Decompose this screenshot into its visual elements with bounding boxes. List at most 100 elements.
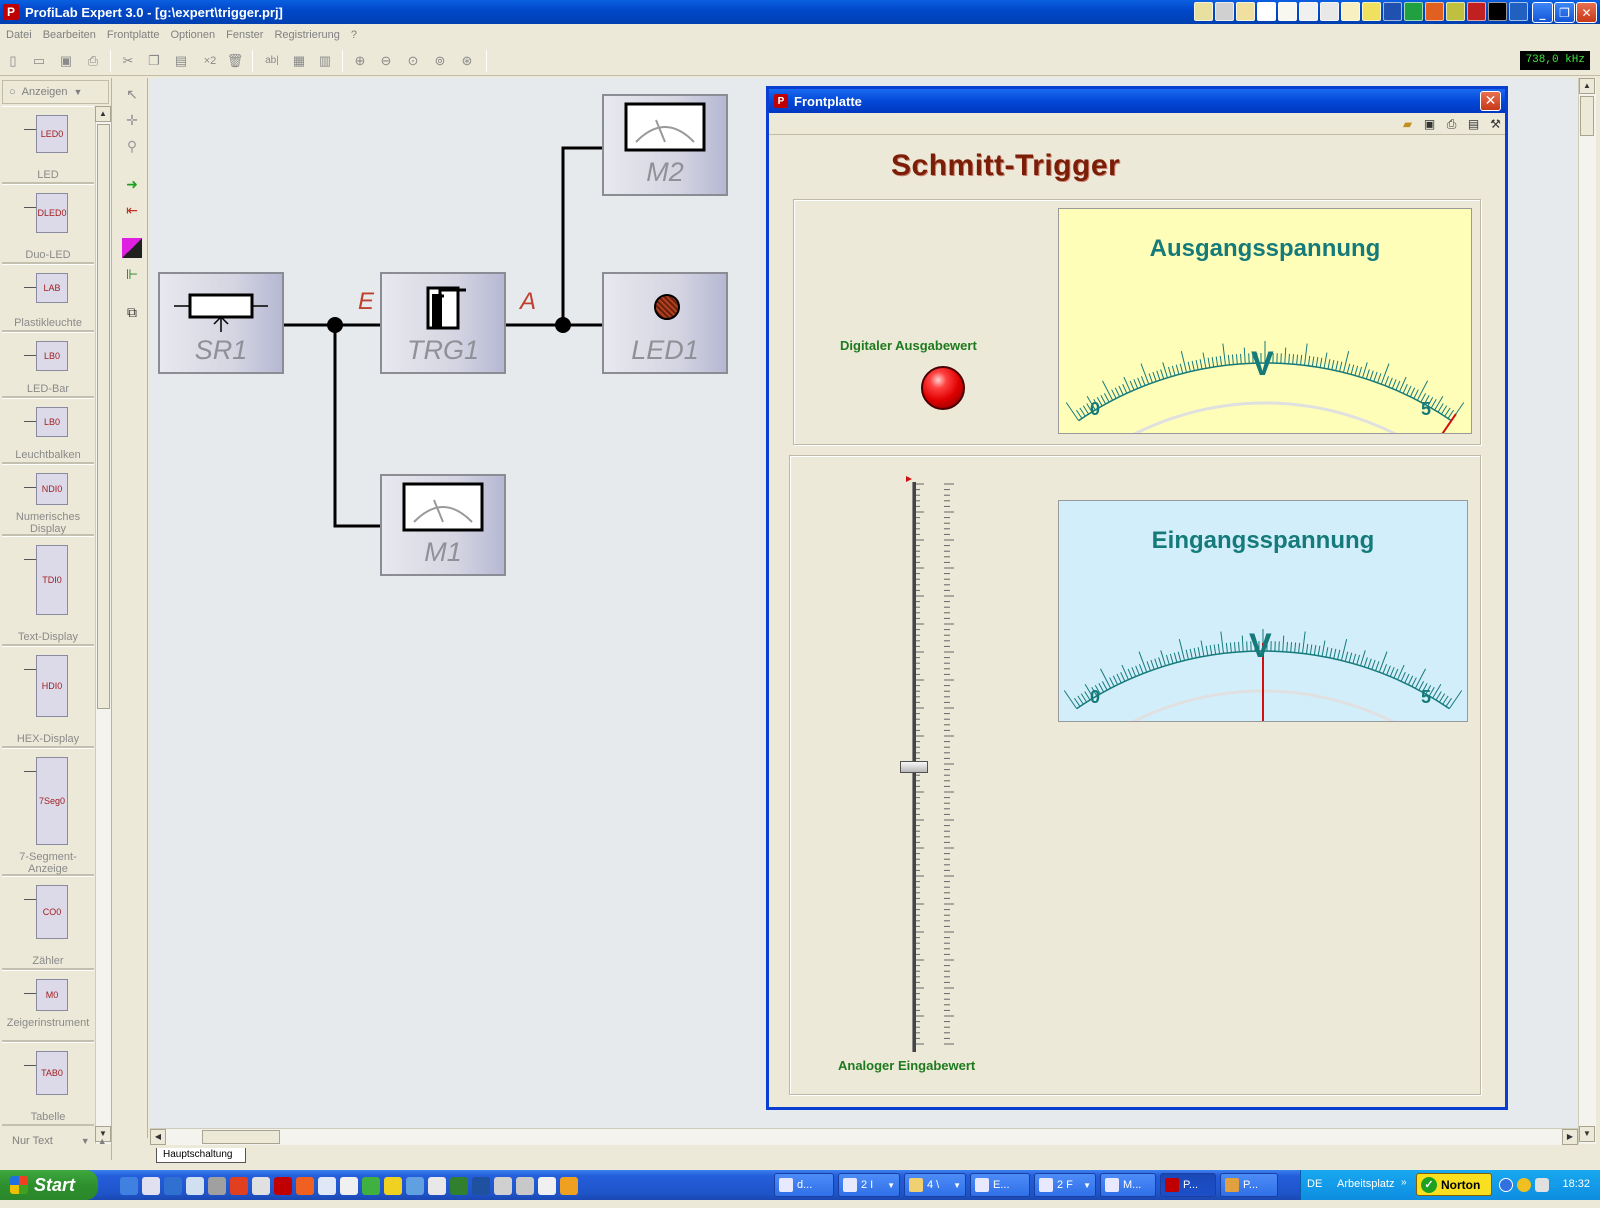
duplicate-icon[interactable]: ×2	[199, 52, 221, 70]
crosshair-icon[interactable]: ✛	[122, 110, 142, 130]
quick-launch-icon[interactable]	[274, 1177, 292, 1195]
input-slider-thumb[interactable]	[900, 761, 928, 773]
quickbar-icon[interactable]	[1425, 2, 1444, 21]
print-preview-icon[interactable]: ▤	[1465, 116, 1482, 132]
vertical-scrollbar[interactable]: ▲ ▼	[1578, 78, 1596, 1144]
palette-scrollbar[interactable]: ▲ ▼	[95, 106, 111, 1144]
zoom-all-icon[interactable]: ⊛	[458, 52, 476, 70]
horizontal-scrollbar[interactable]: ◀ ▶	[150, 1128, 1578, 1145]
taskbar-button[interactable]: M...	[1100, 1173, 1156, 1197]
menu-registrierung[interactable]: Registrierung	[274, 29, 339, 41]
quickbar-icon[interactable]	[1488, 2, 1507, 21]
taskbar-button[interactable]: E...	[970, 1173, 1030, 1197]
palette-item[interactable]: TDI0Text-Display	[2, 536, 94, 646]
taskbar-button[interactable]: P...	[1220, 1173, 1278, 1197]
quick-launch-icon[interactable]	[208, 1177, 226, 1195]
scroll-left-button[interactable]: ◀	[150, 1129, 166, 1145]
arrow-left-icon[interactable]: ⇤	[122, 200, 142, 220]
print-icon[interactable]: ⎙	[1443, 116, 1460, 132]
quick-launch-icon[interactable]	[120, 1177, 138, 1195]
quick-launch-icon[interactable]	[428, 1177, 446, 1195]
window-switch-icon[interactable]: ⧉	[122, 302, 142, 322]
menu-fenster[interactable]: Fenster	[226, 29, 263, 41]
palette-item[interactable]: NDI0Numerisches Display	[2, 464, 94, 536]
tray-icon[interactable]	[1517, 1178, 1531, 1192]
save-icon[interactable]: ▣	[57, 52, 75, 70]
quick-launch-icon[interactable]	[142, 1177, 160, 1195]
quick-launch-icon[interactable]	[384, 1177, 402, 1195]
palette-item[interactable]: LB0LED-Bar	[2, 332, 94, 398]
open-icon[interactable]: ▭	[30, 52, 48, 70]
quick-launch-icon[interactable]	[494, 1177, 512, 1195]
menu-bearbeiten[interactable]: Bearbeiten	[43, 29, 96, 41]
paste-icon[interactable]: ▤	[172, 52, 190, 70]
palette-item[interactable]: 7Seg07-Segment-Anzeige	[2, 748, 94, 876]
quickbar-icon[interactable]	[1383, 2, 1402, 21]
quick-launch-icon[interactable]	[186, 1177, 204, 1195]
copy-icon[interactable]: ❐	[145, 52, 163, 70]
scroll-up-button[interactable]: ▲	[95, 106, 111, 122]
arrow-right-icon[interactable]: ➜	[122, 174, 142, 194]
taskbar-button[interactable]: 4 \▼	[904, 1173, 966, 1197]
quick-launch-icon[interactable]	[472, 1177, 490, 1195]
block-led1[interactable]: LED1	[602, 272, 728, 374]
taskbar-button[interactable]: 2 F▼	[1034, 1173, 1096, 1197]
quick-launch-icon[interactable]	[252, 1177, 270, 1195]
quick-launch-icon[interactable]	[296, 1177, 314, 1195]
pointer-icon[interactable]: ↖	[122, 84, 142, 104]
horizontal-scroll-thumb[interactable]	[202, 1130, 280, 1144]
list-icon[interactable]: ▥	[316, 52, 334, 70]
norton-button[interactable]: ✓ Norton	[1416, 1173, 1492, 1196]
quickbar-icon[interactable]	[1236, 2, 1255, 21]
palette-item[interactable]: M0Zeigerinstrument	[2, 970, 94, 1042]
taskbar-button[interactable]: 2 I▼	[838, 1173, 900, 1197]
palette-item[interactable]: DLED0Duo-LED	[2, 184, 94, 264]
vertical-scroll-thumb[interactable]	[1580, 96, 1594, 136]
restore-button[interactable]: ❐	[1554, 2, 1575, 23]
menu-help[interactable]: ?	[351, 29, 357, 41]
arrow-down-icon[interactable]: ▼	[81, 1136, 90, 1146]
minimize-button[interactable]: _	[1532, 2, 1553, 23]
pin-icon[interactable]: ⊩	[122, 264, 142, 284]
new-icon[interactable]: ▯	[4, 52, 22, 70]
quick-launch-icon[interactable]	[340, 1177, 358, 1195]
quick-launch-icon[interactable]	[362, 1177, 380, 1195]
quickbar-icon[interactable]	[1404, 2, 1423, 21]
block-sr1[interactable]: SR1	[158, 272, 284, 374]
palette-item[interactable]: HDI0HEX-Display	[2, 646, 94, 748]
quick-launch-icon[interactable]	[406, 1177, 424, 1195]
frontpanel-title-bar[interactable]: P Frontplatte ✕	[769, 89, 1505, 113]
open-folder-icon[interactable]: ▰	[1399, 116, 1416, 132]
scroll-right-button[interactable]: ▶	[1562, 1129, 1578, 1145]
taskbar-button-active[interactable]: P...	[1160, 1173, 1216, 1197]
quick-launch-icon[interactable]	[164, 1177, 182, 1195]
palette-item[interactable]: TAB0Tabelle	[2, 1042, 94, 1126]
magnifier-icon[interactable]: ⚲	[122, 136, 142, 156]
quickbar-icon[interactable]	[1257, 2, 1276, 21]
block-m1[interactable]: M1	[380, 474, 506, 576]
text-icon[interactable]: ab|	[261, 52, 283, 70]
delete-icon[interactable]: 🗑	[226, 52, 244, 70]
menu-optionen[interactable]: Optionen	[171, 29, 216, 41]
zoom-fit-icon[interactable]: ⊙	[404, 52, 422, 70]
scroll-down-button[interactable]: ▼	[1579, 1126, 1595, 1142]
quickbar-icon[interactable]	[1509, 2, 1528, 21]
quick-launch-icon[interactable]	[538, 1177, 556, 1195]
frontpanel-close-button[interactable]: ✕	[1480, 91, 1501, 111]
chevron-right-icon[interactable]: »	[1401, 1177, 1407, 1188]
cut-icon[interactable]: ✂	[119, 52, 137, 70]
quick-launch-icon[interactable]	[560, 1177, 578, 1195]
palette-item[interactable]: LABPlastikleuchte	[2, 264, 94, 332]
zoom-out-icon[interactable]: ⊖	[377, 52, 395, 70]
quickbar-icon[interactable]	[1215, 2, 1234, 21]
quickbar-icon[interactable]	[1194, 2, 1213, 21]
quickbar-icon[interactable]	[1467, 2, 1486, 21]
palette-footer[interactable]: Nur Text ▼ ▲	[2, 1130, 109, 1152]
desktop-toolbar-label[interactable]: Arbeitsplatz	[1337, 1178, 1394, 1190]
quickbar-icon[interactable]	[1278, 2, 1297, 21]
quick-launch-icon[interactable]	[450, 1177, 468, 1195]
language-indicator[interactable]: DE	[1307, 1178, 1322, 1190]
block-m2[interactable]: M2	[602, 94, 728, 196]
tray-icon[interactable]	[1535, 1178, 1549, 1192]
save-icon[interactable]: ▣	[1421, 116, 1438, 132]
